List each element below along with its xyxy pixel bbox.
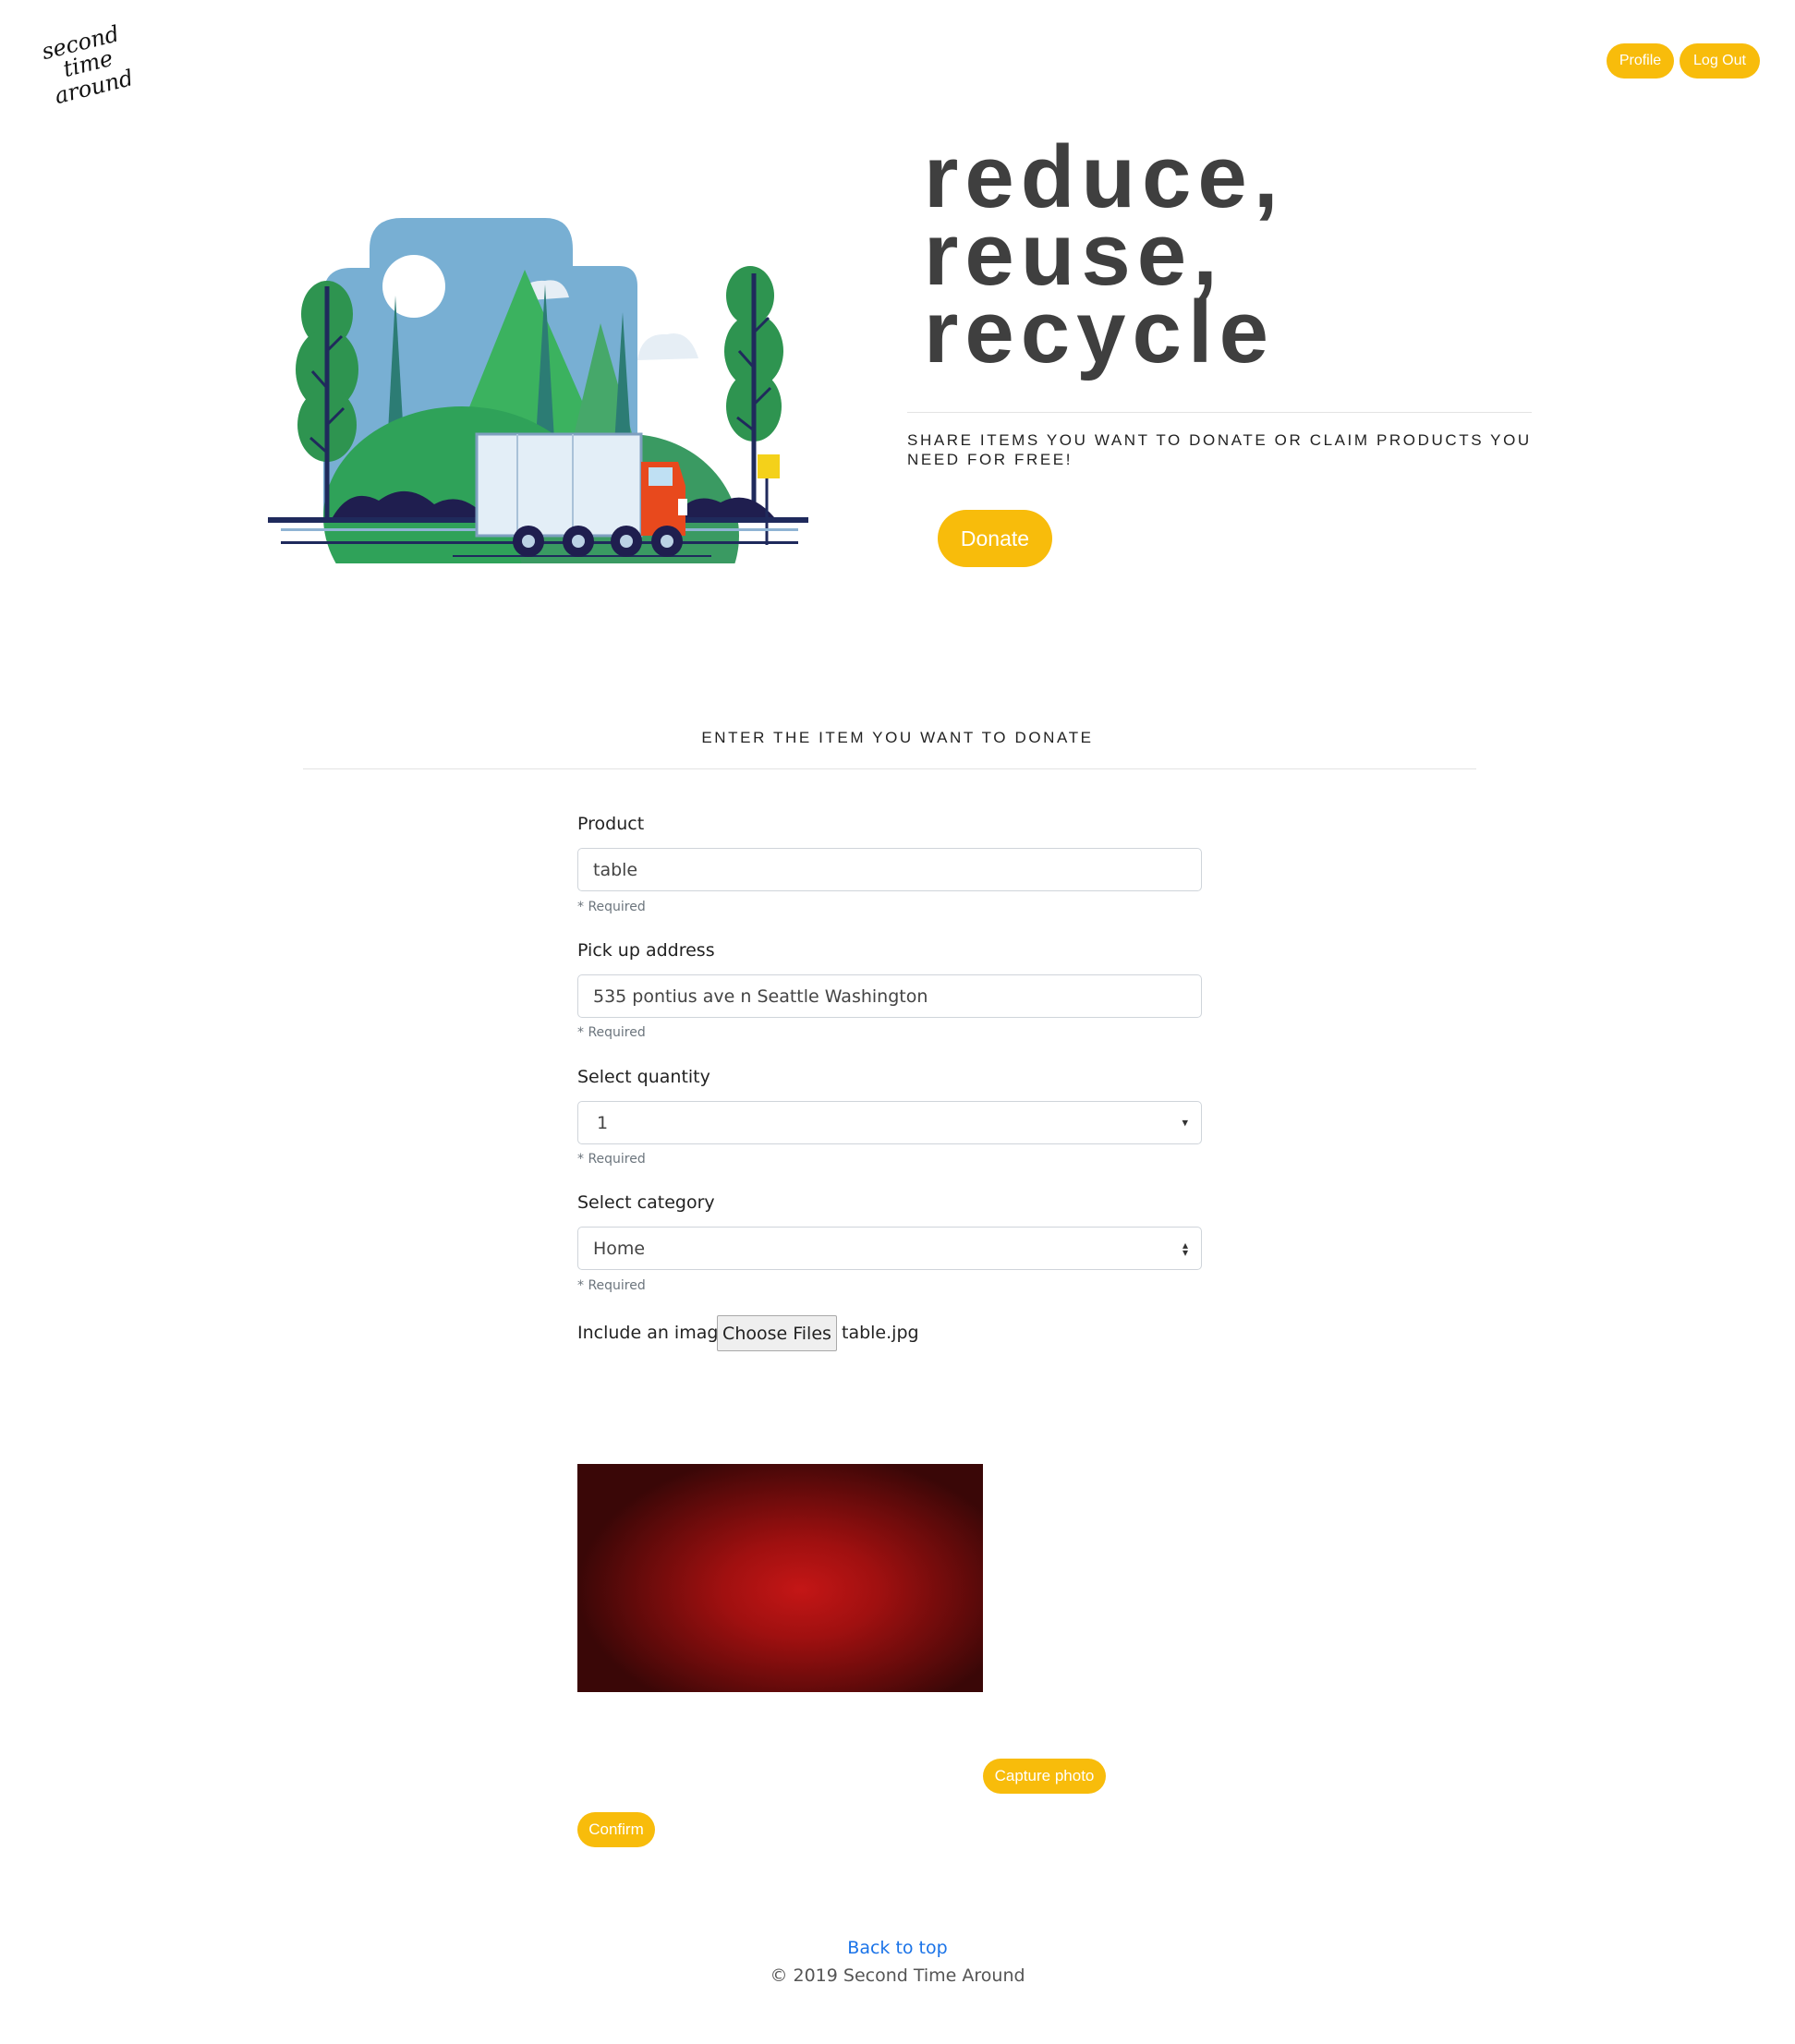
profile-button[interactable]: Profile bbox=[1607, 43, 1674, 79]
quantity-value: 1 bbox=[597, 1112, 609, 1133]
form-heading: ENTER THE ITEM YOU WANT TO DONATE bbox=[701, 729, 1094, 746]
address-value: 535 pontius ave n Seattle Washington bbox=[593, 986, 928, 1007]
headline-line-3: recycle bbox=[924, 283, 1275, 381]
copyright: © 2019 Second Time Around bbox=[770, 1965, 1025, 1986]
donate-button[interactable]: Donate bbox=[938, 510, 1052, 567]
product-input[interactable]: table bbox=[577, 848, 1202, 891]
confirm-button[interactable]: Confirm bbox=[577, 1812, 655, 1847]
address-input[interactable]: 535 pontius ave n Seattle Washington bbox=[577, 974, 1202, 1018]
category-value: Home bbox=[593, 1238, 646, 1259]
hero-tagline: SHARE ITEMS YOU WANT TO DONATE OR CLAIM … bbox=[907, 431, 1532, 468]
hero-headline: reduce, reuse, recycle bbox=[924, 133, 1478, 381]
image-label: Include an image bbox=[577, 1323, 730, 1343]
logo[interactable]: second time around bbox=[41, 17, 142, 109]
chevron-down-icon: ▾ bbox=[1182, 1116, 1188, 1130]
quantity-select[interactable]: 1 ▾ bbox=[577, 1101, 1202, 1144]
hero-illustration bbox=[268, 218, 808, 563]
category-required-hint: * Required bbox=[577, 1278, 646, 1293]
quantity-required-hint: * Required bbox=[577, 1152, 646, 1167]
address-required-hint: * Required bbox=[577, 1025, 646, 1040]
updown-arrows-icon: ▴ ▾ bbox=[1182, 1238, 1188, 1259]
product-label: Product bbox=[577, 814, 645, 834]
category-select[interactable]: Home ▴ ▾ bbox=[577, 1227, 1202, 1270]
selected-file-name: table.jpg bbox=[842, 1323, 919, 1343]
camera-preview bbox=[577, 1464, 983, 1692]
product-value: table bbox=[593, 859, 638, 880]
capture-photo-button[interactable]: Capture photo bbox=[983, 1759, 1106, 1794]
logout-button[interactable]: Log Out bbox=[1680, 43, 1760, 79]
hero-divider bbox=[907, 412, 1532, 413]
category-label: Select category bbox=[577, 1192, 715, 1213]
form-divider bbox=[303, 768, 1476, 769]
product-required-hint: * Required bbox=[577, 900, 646, 914]
choose-files-button[interactable]: Choose Files bbox=[717, 1315, 837, 1351]
quantity-label: Select quantity bbox=[577, 1067, 710, 1087]
address-label: Pick up address bbox=[577, 940, 715, 961]
back-to-top-link[interactable]: Back to top bbox=[0, 1938, 1795, 1958]
